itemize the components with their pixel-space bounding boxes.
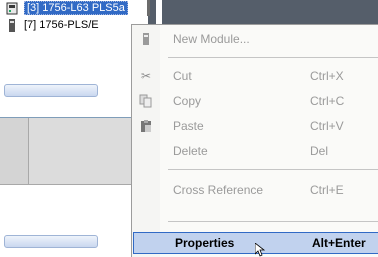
menu-item-label: Paste — [173, 119, 204, 133]
menu-item-shortcut: Ctrl+V — [310, 119, 344, 133]
tree-item-label[interactable]: [7] 1756-PLS/E — [24, 19, 99, 31]
grid-row — [0, 162, 146, 185]
menu-item-shortcut: Ctrl+C — [310, 94, 345, 108]
menu-item-shortcut: Ctrl+E — [310, 183, 344, 197]
menu-item-shortcut: Alt+Enter — [312, 236, 366, 250]
menu-item-paste[interactable]: Paste Ctrl+V — [132, 115, 378, 137]
menu-item-new-module[interactable]: New Module... — [132, 28, 378, 50]
menu-item-label: New Module... — [173, 32, 250, 46]
menu-item-delete[interactable]: Delete Del — [132, 140, 378, 162]
menu-item-cross-reference[interactable]: Cross Reference Ctrl+E — [132, 179, 378, 201]
menu-item-shortcut: Del — [310, 144, 329, 158]
menu-item-label: Delete — [173, 144, 208, 158]
mouse-cursor-icon — [255, 243, 265, 257]
background-window-frame — [148, 0, 378, 24]
menu-separator — [168, 169, 378, 170]
grid-cell — [0, 162, 29, 184]
module-icon — [6, 18, 18, 32]
menu-item-label: Cut — [173, 69, 192, 83]
grid-cell — [0, 118, 29, 140]
copy-icon — [139, 94, 153, 108]
controller-icon — [6, 2, 18, 15]
grid-row — [0, 140, 146, 163]
menu-item-shortcut: Ctrl+X — [310, 69, 344, 83]
tree-item-controller[interactable]: [3] 1756-L63 PLS5a — [6, 0, 128, 16]
menu-item-copy[interactable]: Copy Ctrl+C — [132, 90, 378, 112]
horizontal-scrollbar[interactable] — [4, 235, 98, 248]
module-icon — [139, 32, 153, 46]
grid-row — [0, 118, 146, 141]
frame-divider — [156, 0, 162, 24]
menu-item-cut[interactable]: ✂ Cut Ctrl+X — [132, 65, 378, 87]
context-menu: New Module... ✂ Cut Ctrl+X Copy Ctrl+C P… — [131, 24, 378, 257]
grid-cell — [0, 140, 29, 162]
tree-item-label[interactable]: [3] 1756-L63 PLS5a — [24, 1, 128, 15]
menu-separator — [168, 57, 378, 58]
tree-item-module[interactable]: [7] 1756-PLS/E — [6, 17, 99, 33]
horizontal-scrollbar[interactable] — [4, 84, 98, 97]
menu-item-label: Cross Reference — [173, 183, 264, 197]
menu-item-label: Copy — [173, 94, 202, 108]
menu-item-label: Properties — [175, 236, 235, 250]
menu-separator — [168, 221, 378, 222]
clipboard-icon — [139, 119, 153, 133]
scissors-icon: ✂ — [140, 69, 152, 83]
pane-splitter[interactable] — [147, 0, 150, 16]
